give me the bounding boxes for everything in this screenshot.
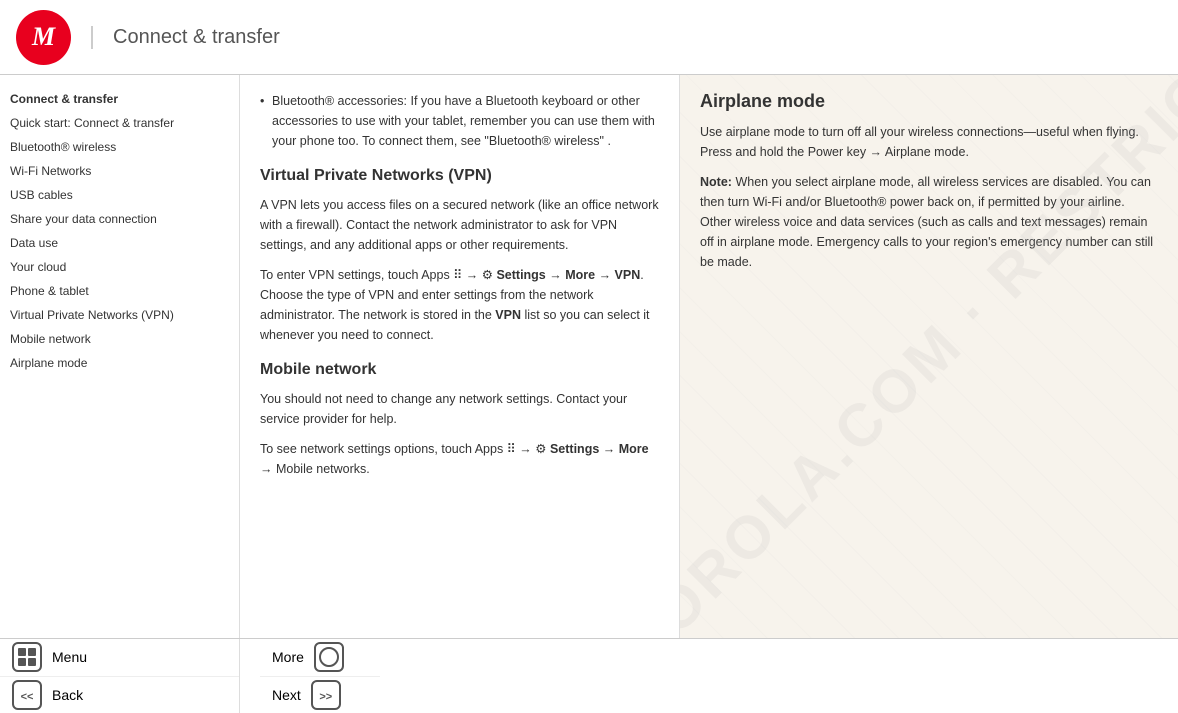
more-icon <box>314 642 344 672</box>
next-icon <box>311 680 341 710</box>
next-label: Next <box>272 687 301 703</box>
menu-button[interactable]: Menu <box>0 639 239 677</box>
sidebar-item-quick-start[interactable]: Quick start: Connect & transfer <box>0 111 239 135</box>
logo-letter: M <box>32 22 55 52</box>
sidebar-item-phone-tablet[interactable]: Phone & tablet <box>0 279 239 303</box>
back-icon <box>12 680 42 710</box>
mobile-network-heading: Mobile network <box>260 361 659 379</box>
sidebar-item-wifi[interactable]: Wi-Fi Networks <box>0 159 239 183</box>
back-button[interactable]: Back <box>0 677 239 713</box>
right-panel: MOTOROLA.COM · RESTRICTED Airplane mode … <box>680 75 1178 638</box>
sidebar-item-usb[interactable]: USB cables <box>0 183 239 207</box>
note-text: When you select airplane mode, all wirel… <box>700 175 1153 269</box>
circle-icon <box>319 647 339 667</box>
mobile-para2: To see network settings options, touch A… <box>260 439 659 479</box>
bluetooth-accessories-label: Bluetooth® accessories: <box>272 94 407 108</box>
sidebar-item-data-use[interactable]: Data use <box>0 231 239 255</box>
footer: Menu Back More Next <box>0 638 1178 713</box>
vpn-para2: To enter VPN settings, touch Apps ⠿ → ⚙ … <box>260 265 659 345</box>
next-button[interactable]: Next <box>260 677 380 713</box>
content-area: Bluetooth® accessories: If you have a Bl… <box>240 75 1178 638</box>
sidebar-item-airplane-mode[interactable]: Airplane mode <box>0 351 239 375</box>
mobile-para1: You should not need to change any networ… <box>260 389 659 429</box>
back-label: Back <box>52 687 83 703</box>
page-title: Connect & transfer <box>91 26 280 49</box>
sidebar-item-bluetooth[interactable]: Bluetooth® wireless <box>0 135 239 159</box>
sidebar: Connect & transfer Quick start: Connect … <box>0 75 240 638</box>
sidebar-nav: Connect & transfer Quick start: Connect … <box>0 87 239 626</box>
bluetooth-wireless-link[interactable]: "Bluetooth® wireless" <box>484 134 604 148</box>
header: M Connect & transfer <box>0 0 1178 75</box>
vpn-heading: Virtual Private Networks (VPN) <box>260 167 659 185</box>
sidebar-item-share-data[interactable]: Share your data connection <box>0 207 239 231</box>
main-container: Connect & transfer Quick start: Connect … <box>0 75 1178 638</box>
footer-right: More Next <box>240 639 1178 713</box>
airplane-mode-heading: Airplane mode <box>700 91 1158 112</box>
airplane-mode-note: Note: When you select airplane mode, all… <box>700 172 1158 272</box>
note-label: Note: <box>700 175 732 189</box>
sidebar-item-vpn[interactable]: Virtual Private Networks (VPN) <box>0 303 239 327</box>
arrow-right-icon <box>319 687 332 703</box>
motorola-logo: M <box>16 10 71 65</box>
vpn-para1: A VPN lets you access files on a secured… <box>260 195 659 255</box>
airplane-mode-para1: Use airplane mode to turn off all your w… <box>700 122 1158 162</box>
menu-label: Menu <box>52 649 87 665</box>
grid-icon <box>18 648 36 666</box>
menu-icon <box>12 642 42 672</box>
sidebar-item-connect-transfer[interactable]: Connect & transfer <box>0 87 239 111</box>
bluetooth-accessories-end: . <box>607 134 610 148</box>
sidebar-item-mobile-network[interactable]: Mobile network <box>0 327 239 351</box>
main-panel: Bluetooth® accessories: If you have a Bl… <box>240 75 680 638</box>
more-button[interactable]: More <box>260 639 380 677</box>
footer-left: Menu Back <box>0 639 240 713</box>
arrow-left-icon <box>21 687 34 703</box>
bluetooth-accessories-bullet: Bluetooth® accessories: If you have a Bl… <box>260 91 659 151</box>
more-label: More <box>272 649 304 665</box>
sidebar-item-cloud[interactable]: Your cloud <box>0 255 239 279</box>
